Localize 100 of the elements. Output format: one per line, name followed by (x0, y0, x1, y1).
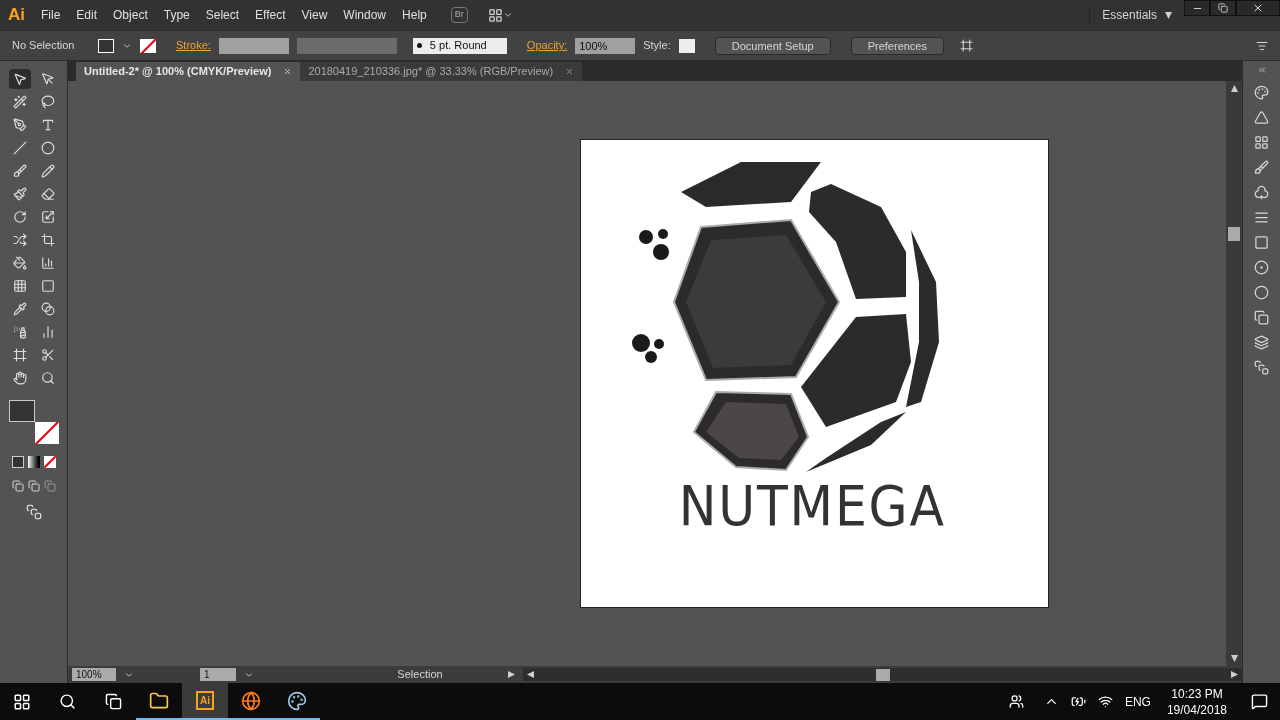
clock-time[interactable]: 10:23 PM (1171, 685, 1223, 702)
document-tab[interactable]: Untitled-2* @ 100% (CMYK/Preview) (76, 62, 301, 81)
color-mode-button[interactable] (11, 456, 24, 468)
pen-icon (12, 118, 27, 132)
status-menu-icon[interactable] (508, 671, 515, 678)
spray-can-icon (12, 325, 27, 339)
brush-icon[interactable] (1254, 160, 1269, 175)
menu-item[interactable]: Edit (68, 6, 106, 24)
start-icon[interactable] (13, 692, 31, 711)
layers-icon[interactable] (1254, 335, 1269, 350)
document-tab[interactable]: 20180419_210336.jpg* @ 33.33% (RGB/Preview) (300, 62, 583, 81)
toolbar-button[interactable]: Document Setup (714, 36, 831, 55)
graph-icon (40, 256, 55, 270)
brush-icon (12, 164, 27, 178)
close-icon (1252, 2, 1264, 14)
pointer-icon (12, 72, 27, 86)
current-tool-label: Selection (396, 667, 444, 683)
menu-item[interactable]: File (33, 6, 69, 24)
opacity-label[interactable]: Opacity: (526, 37, 568, 54)
taskbar-app[interactable]: Ai (182, 683, 228, 720)
wifi-icon[interactable] (1097, 694, 1113, 709)
none-mode-button[interactable] (43, 456, 56, 468)
draw-normal-icon[interactable] (11, 480, 24, 492)
stroke-color-swatch[interactable] (34, 422, 59, 444)
stacked-squares-icon[interactable] (1254, 360, 1269, 375)
club-icon[interactable] (1254, 185, 1269, 200)
circle-icon[interactable] (1254, 285, 1269, 300)
logo-wordmark: NUTMEGA (678, 478, 946, 534)
menu-item[interactable]: Type (155, 6, 198, 24)
overlapping-squares-icon[interactable] (1254, 310, 1269, 325)
lasso-icon (40, 95, 55, 109)
people-icon[interactable] (1008, 694, 1024, 709)
artboard-icon (12, 348, 27, 362)
stroke-label[interactable]: Stroke: (176, 37, 211, 54)
paintbrush-icon (12, 187, 27, 201)
menu-item[interactable]: Window (335, 6, 395, 24)
zoom-icon (40, 371, 55, 385)
app-logo: Ai (7, 4, 26, 27)
rotate-icon (12, 210, 27, 224)
fill-color-swatch[interactable] (8, 400, 35, 422)
menu-item[interactable]: View (293, 6, 336, 24)
stroke-weight-field[interactable] (218, 37, 289, 54)
menu-item[interactable]: Effect (247, 6, 294, 24)
magic-wand-icon (12, 95, 27, 109)
scroll-right-icon[interactable] (1231, 671, 1238, 678)
triangle-icon[interactable] (1254, 110, 1269, 125)
artboard-field[interactable]: 1 (200, 668, 236, 681)
selection-status: No Selection (12, 38, 76, 54)
zoom-field[interactable]: 100% (72, 668, 116, 681)
stroke-swatch[interactable] (140, 38, 156, 53)
panel-menu-icon[interactable] (1256, 39, 1268, 52)
crop-icon (40, 233, 55, 247)
tool-button[interactable] (8, 69, 31, 89)
search-icon[interactable] (58, 693, 76, 710)
blend-icon (40, 302, 55, 316)
eyedropper-icon (12, 302, 27, 316)
menu-item[interactable]: Object (105, 6, 156, 24)
scroll-down-icon[interactable] (1230, 655, 1238, 662)
palette-icon[interactable] (1254, 85, 1269, 100)
lines-icon[interactable] (1254, 210, 1269, 225)
fill-swatch[interactable] (98, 38, 114, 53)
folder-icon (149, 690, 169, 711)
type-icon (40, 118, 55, 132)
dropdown-icon[interactable] (1165, 11, 1172, 19)
brush-dropdown[interactable]: 5 pt. Round (412, 37, 507, 54)
notifications-icon[interactable] (1251, 693, 1268, 710)
line-icon (12, 141, 27, 155)
pointer-icon (40, 72, 55, 86)
app-logo: Ai (196, 691, 214, 710)
paint-bucket-icon (12, 256, 27, 270)
square-icon[interactable] (1254, 235, 1269, 250)
scrollbar-thumb[interactable] (1228, 226, 1240, 241)
language-indicator[interactable]: ENG (1120, 692, 1155, 711)
scroll-up-icon[interactable] (1230, 85, 1238, 92)
menu-item[interactable]: Help (394, 6, 435, 24)
task-view-icon[interactable] (104, 693, 122, 710)
workspace-switcher[interactable]: Essentials (1089, 6, 1157, 24)
scroll-left-icon[interactable] (527, 671, 534, 678)
style-label: Style: (643, 38, 671, 54)
style-swatch[interactable] (678, 38, 695, 53)
horizontal-scrollbar-thumb[interactable] (875, 668, 890, 681)
grid-icon[interactable] (1254, 135, 1269, 150)
scale-icon (40, 210, 55, 224)
restore-button[interactable] (1210, 0, 1236, 16)
toolbar-button[interactable]: Preferences (850, 36, 944, 55)
draw-behind-icon[interactable] (27, 480, 40, 492)
close-icon[interactable] (565, 67, 575, 76)
close-icon[interactable] (283, 67, 293, 76)
clock-date[interactable]: 19/04/2018 (1166, 701, 1227, 718)
gradient-mode-button[interactable] (27, 456, 40, 468)
battery-icon[interactable] (1070, 694, 1086, 709)
collapse-icon[interactable] (1256, 65, 1267, 75)
menu-item[interactable]: Select (197, 6, 248, 24)
opacity-field[interactable]: 100% (575, 37, 636, 54)
scissors-icon (40, 348, 55, 362)
globe-icon (241, 690, 261, 711)
arrange-documents-icon[interactable] (487, 7, 503, 23)
bridge-button[interactable]: Br (450, 7, 468, 23)
column-graph-icon (40, 325, 55, 339)
dropdown-icon[interactable] (502, 10, 513, 20)
